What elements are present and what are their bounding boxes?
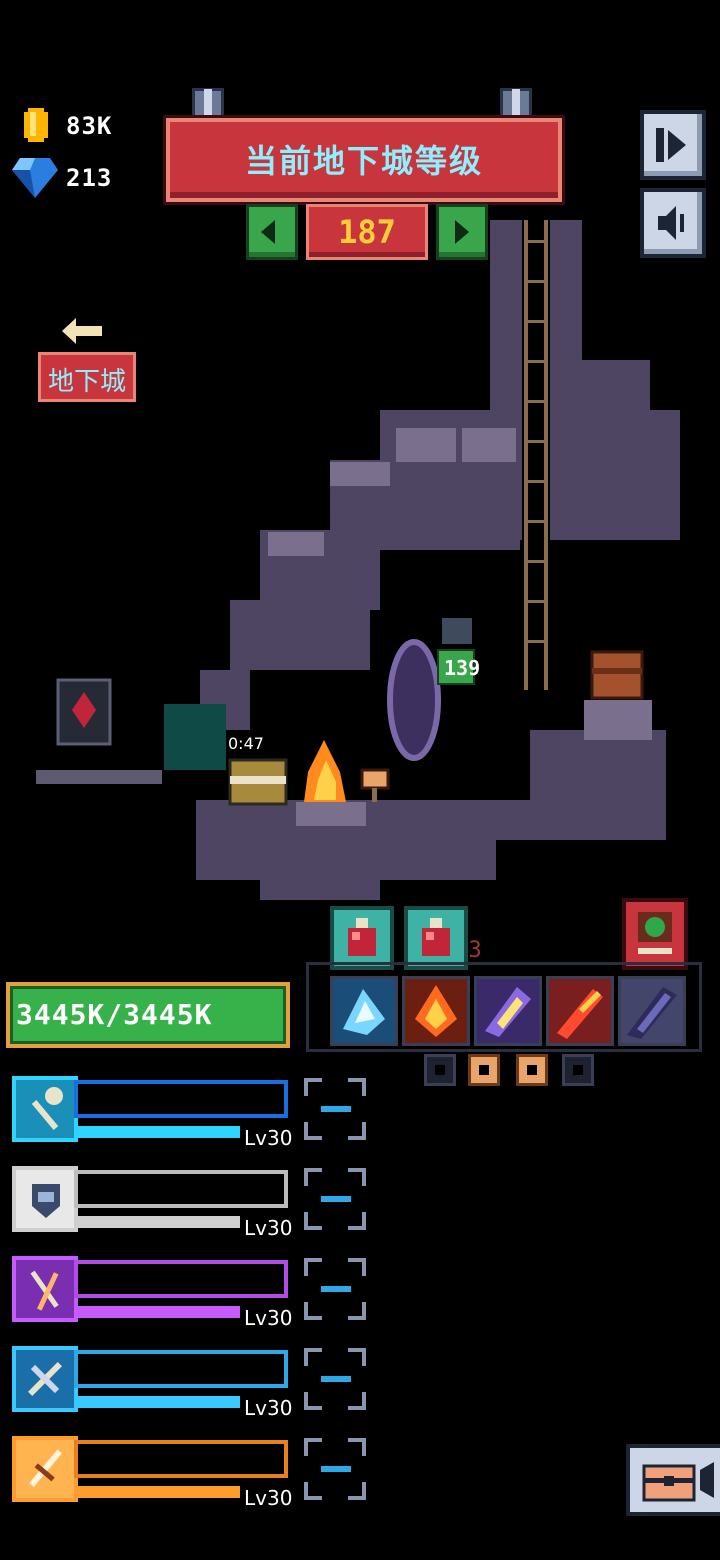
shadow-skill-icon: [627, 987, 677, 1039]
empty-slot-icon: [321, 1286, 351, 1292]
flame-sword-skill-icon: [557, 989, 603, 1039]
hero-attack-bar: [74, 1260, 288, 1298]
hero-xp-bar: [74, 1306, 240, 1318]
shield-creature-icon: [32, 1184, 60, 1218]
empty-slot-icon: [321, 1196, 351, 1202]
hero-attack-bar: [74, 1440, 288, 1478]
ice-skill-icon: [343, 989, 385, 1035]
mace-icon: [31, 1087, 63, 1130]
treasure-chest-icon: [642, 1462, 714, 1502]
skill-slot[interactable]: [330, 976, 398, 1046]
hero-level: Lv30: [244, 1486, 293, 1510]
player-hp-text: 3445K/3445K: [16, 998, 213, 1031]
gem-amount: 213: [66, 164, 113, 192]
hero-portrait[interactable]: [12, 1256, 78, 1322]
hero-xp-bar: [74, 1126, 240, 1138]
staff-icon: [30, 1270, 59, 1311]
dungeon-level-banner: 当前地下城等级: [166, 118, 562, 202]
equipment-slot[interactable]: [304, 1438, 366, 1500]
page-indicator-active[interactable]: [516, 1054, 548, 1086]
fire-skill-icon: [415, 985, 457, 1037]
equipment-slot[interactable]: [304, 1348, 366, 1410]
hero-xp-bar: [74, 1216, 240, 1228]
potion-slot[interactable]: [330, 906, 394, 970]
hero-level: Lv30: [244, 1216, 293, 1240]
dark-skill-icon: [485, 987, 531, 1037]
hero-portrait[interactable]: [12, 1436, 78, 1502]
hero-level: Lv30: [244, 1306, 293, 1330]
empty-slot-icon: [321, 1376, 351, 1382]
gold-amount: 83K: [66, 112, 113, 140]
equipment-slot[interactable]: [304, 1168, 366, 1230]
gold-coin-icon: [24, 108, 48, 142]
hero-level: Lv30: [244, 1396, 293, 1420]
skill-slot[interactable]: [618, 976, 686, 1046]
crossbow-icon: [28, 1362, 62, 1396]
dungeon-scene: [36, 220, 680, 900]
page-indicator[interactable]: [562, 1054, 594, 1086]
sword-icon: [29, 1449, 63, 1488]
hero-level: Lv30: [244, 1126, 293, 1150]
health-potion-icon: [422, 918, 450, 956]
hero-attack-bar: [74, 1080, 288, 1118]
hero-attack-bar: [74, 1350, 288, 1388]
potion-slot[interactable]: [404, 906, 468, 970]
equipment-slot[interactable]: [304, 1258, 366, 1320]
chest-video-button[interactable]: [626, 1444, 720, 1516]
empty-slot-icon: [321, 1106, 351, 1112]
skill-slot[interactable]: [402, 976, 470, 1046]
chest-timer: 0:47: [228, 734, 264, 753]
hero-xp-bar: [74, 1486, 240, 1498]
hero-xp-bar: [74, 1396, 240, 1408]
exit-button[interactable]: [640, 110, 706, 180]
game-screen: { "currency": {"gold": "83K", "gems": "2…: [0, 0, 720, 1560]
skill-slot[interactable]: [474, 976, 542, 1046]
hero-portrait[interactable]: [12, 1166, 78, 1232]
page-indicator[interactable]: [424, 1054, 456, 1086]
gem-icon: [12, 158, 58, 198]
banner-title: 当前地下城等级: [244, 142, 483, 180]
health-potion-icon: [348, 918, 376, 956]
hero-attack-bar: [74, 1170, 288, 1208]
enemy-level-badge[interactable]: 139: [444, 656, 480, 680]
spellbook-icon: [638, 912, 672, 954]
hero-portrait[interactable]: [12, 1076, 78, 1142]
skill-slot[interactable]: [546, 976, 614, 1046]
empty-slot-icon: [321, 1466, 351, 1472]
hero-portrait[interactable]: [12, 1346, 78, 1412]
equipment-slot[interactable]: [304, 1078, 366, 1140]
page-indicator-active[interactable]: [468, 1054, 500, 1086]
player-hp-bar: 3445K/3445K: [6, 982, 290, 1048]
exit-door-icon: [656, 128, 686, 162]
spellbook-button[interactable]: [622, 898, 688, 970]
